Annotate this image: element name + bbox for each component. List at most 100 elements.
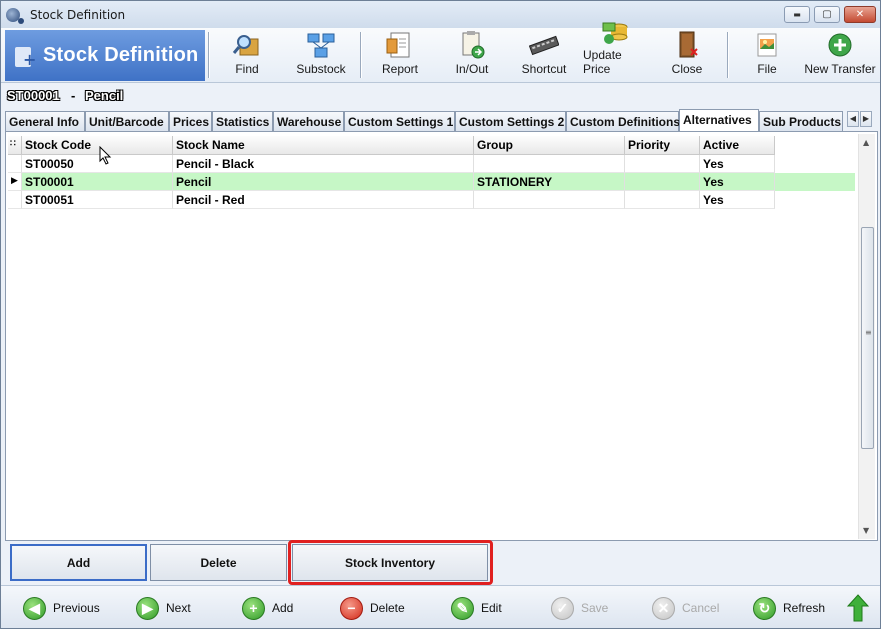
column-header-priority[interactable]: Priority <box>625 136 700 155</box>
new-transfer-label: New Transfer <box>804 62 876 76</box>
new-transfer-icon <box>825 31 855 59</box>
scroll-down-icon[interactable]: ▼ <box>863 526 869 535</box>
table-cell-stock-name[interactable]: Pencil - Red <box>173 191 474 209</box>
update-price-button[interactable]: Update Price <box>583 22 649 81</box>
record-header: ST00001 - Pencil <box>1 84 880 108</box>
table-cell-group[interactable]: STATIONERY <box>474 173 625 191</box>
substock-label: Substock <box>296 62 346 76</box>
alternatives-panel: ∷ Stock Code Stock Name Group Priority A… <box>5 131 878 541</box>
table-cell-active[interactable]: Yes <box>700 155 775 173</box>
table-cell-stock-code[interactable]: ST00050 <box>22 155 173 173</box>
tab-scroll-right-icon[interactable]: ▶ <box>860 111 872 127</box>
tab-general-info[interactable]: General Info <box>5 111 85 131</box>
app-logo-icon <box>6 7 24 24</box>
column-header-stock-code[interactable]: Stock Code <box>22 136 173 155</box>
edit-button[interactable]: ✎ Edit <box>451 596 502 620</box>
next-button[interactable]: ▶ Next <box>136 596 191 620</box>
table-cell-active[interactable]: Yes <box>700 191 775 209</box>
file-icon <box>752 31 782 59</box>
table-cell-active[interactable]: Yes <box>700 173 775 191</box>
table-cell-stock-code[interactable]: ST00051 <box>22 191 173 209</box>
stock-definition-icon <box>13 42 37 70</box>
highlight-box <box>288 540 493 585</box>
delete-label: Delete <box>370 601 405 615</box>
toolbar-separator <box>208 32 209 78</box>
tab-custom-settings-1[interactable]: Custom Settings 1 <box>344 111 455 131</box>
tab-strip: General Info Unit/Barcode Prices Statist… <box>5 109 880 131</box>
vertical-scrollbar[interactable]: ▲ ≡ ▼ <box>858 134 875 539</box>
tab-custom-definitions[interactable]: Custom Definitions <box>566 111 680 131</box>
toolbar: Stock Definition Find Substock Report <box>1 22 880 83</box>
table-cell-priority[interactable] <box>625 173 700 191</box>
substock-icon <box>306 31 336 59</box>
add-alternative-button[interactable]: Add <box>10 544 147 581</box>
cancel-button[interactable]: ✕ Cancel <box>652 596 719 620</box>
tab-alternatives[interactable]: Alternatives <box>679 109 759 131</box>
tab-unit-barcode[interactable]: Unit/Barcode <box>85 111 169 131</box>
toolbar-separator <box>727 32 728 78</box>
table-cell-stock-code[interactable]: ST00001 <box>22 173 173 191</box>
column-header-active[interactable]: Active <box>700 136 775 155</box>
tab-warehouse[interactable]: Warehouse <box>273 111 344 131</box>
previous-button[interactable]: ◀ Previous <box>23 596 100 620</box>
table-cell-priority[interactable] <box>625 191 700 209</box>
refresh-button[interactable]: ↻ Refresh <box>753 596 825 620</box>
table-cell-group[interactable] <box>474 155 625 173</box>
navigation-bar: ◀ Previous ▶ Next + Add − Delete ✎ Edit … <box>1 585 880 628</box>
save-button[interactable]: ✓ Save <box>551 596 608 620</box>
table-cell-stock-name[interactable]: Pencil - Black <box>173 155 474 173</box>
tab-sub-products[interactable]: Sub Products <box>759 111 843 131</box>
in-out-icon <box>457 31 487 59</box>
close-label: Close <box>671 62 703 76</box>
tab-prices[interactable]: Prices <box>169 111 212 131</box>
find-label: Find <box>235 62 259 76</box>
file-button[interactable]: File <box>746 30 788 81</box>
scroll-to-top-arrow-icon[interactable] <box>847 594 869 622</box>
maximize-icon: ▢ <box>822 9 832 20</box>
maximize-button[interactable]: ▢ <box>814 6 840 23</box>
minimize-button[interactable]: ▬ <box>784 6 810 23</box>
save-check-icon: ✓ <box>551 596 574 620</box>
row-indicator[interactable] <box>8 155 22 173</box>
find-icon <box>232 31 262 59</box>
table-cell-stock-name[interactable]: Pencil <box>173 173 474 191</box>
close-door-icon <box>672 31 702 59</box>
scroll-up-icon[interactable]: ▲ <box>863 138 869 147</box>
previous-arrow-icon: ◀ <box>23 596 46 620</box>
in-out-label: In/Out <box>455 62 489 76</box>
column-header-stock-name[interactable]: Stock Name <box>173 136 474 155</box>
table-cell-group[interactable] <box>474 191 625 209</box>
tab-custom-settings-2[interactable]: Custom Settings 2 <box>455 111 566 131</box>
new-transfer-button[interactable]: New Transfer <box>804 30 876 81</box>
scrollbar-thumb[interactable]: ≡ <box>861 227 874 449</box>
close-icon: ✕ <box>855 9 865 20</box>
delete-record-button[interactable]: − Delete <box>340 596 405 620</box>
previous-label: Previous <box>53 601 100 615</box>
banner-title: Stock Definition <box>43 44 199 66</box>
row-indicator[interactable] <box>8 191 22 209</box>
add-record-button[interactable]: + Add <box>242 596 293 620</box>
grid-corner-icon[interactable]: ∷ <box>8 136 22 155</box>
find-button[interactable]: Find <box>223 30 271 81</box>
title-bar: Stock Definition ▬ ▢ ✕ <box>1 1 880 28</box>
current-row-indicator-icon[interactable]: ▶ <box>8 173 22 191</box>
shortcut-button[interactable]: Shortcut <box>517 30 571 81</box>
next-label: Next <box>166 601 191 615</box>
in-out-button[interactable]: In/Out <box>450 30 494 81</box>
add-icon: + <box>242 596 265 620</box>
edit-icon: ✎ <box>451 596 474 620</box>
close-window-button[interactable]: ✕ <box>844 6 876 23</box>
report-button[interactable]: Report <box>378 30 422 81</box>
update-price-icon <box>601 17 631 45</box>
tab-scroll-left-icon[interactable]: ◀ <box>847 111 859 127</box>
column-header-group[interactable]: Group <box>474 136 625 155</box>
delete-alternative-button[interactable]: Delete <box>150 544 287 581</box>
next-arrow-icon: ▶ <box>136 596 159 620</box>
tab-statistics[interactable]: Statistics <box>212 111 273 131</box>
record-name: Pencil <box>85 88 124 103</box>
substock-button[interactable]: Substock <box>293 30 349 81</box>
cancel-icon: ✕ <box>652 596 675 620</box>
mouse-cursor-icon <box>99 146 112 165</box>
table-cell-priority[interactable] <box>625 155 700 173</box>
close-button[interactable]: Close <box>668 30 706 81</box>
